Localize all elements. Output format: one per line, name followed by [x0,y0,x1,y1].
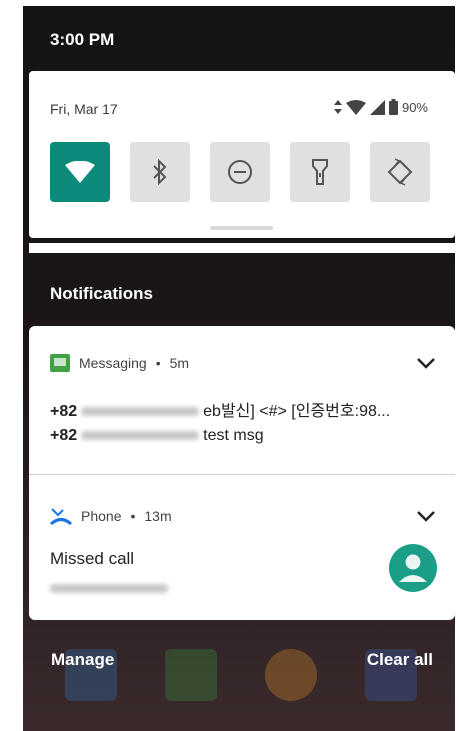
notification-shade: 3:00 PM Fri, Mar 17 90% Notifications Me… [23,6,455,731]
redacted-number [81,431,200,441]
dock-messaging-icon [165,649,217,701]
messaging-app-name: Messaging [79,355,147,371]
phone-time: 13m [144,508,172,524]
messaging-app-row: Messaging • 5m [50,354,189,372]
messaging-app-icon [50,354,70,372]
message-line-1: +82 eb발신] <#> [인증번호:98... [50,397,390,421]
manage-button[interactable]: Manage [51,650,114,670]
qs-status-icons: 90% [333,99,428,115]
redacted-caller-number [50,580,168,598]
contact-avatar[interactable] [389,544,437,592]
redacted-number [81,407,200,417]
tile-flashlight[interactable] [290,142,350,202]
wifi-icon [65,161,95,183]
battery-percent: 90% [401,99,428,115]
missed-call-title: Missed call [50,549,135,568]
missed-call-icon [50,508,72,525]
person-icon [399,554,427,582]
qs-date: Fri, Mar 17 [50,101,118,117]
status-time: 3:00 PM [50,30,115,49]
sender-prefix: +82 [50,427,78,444]
chevron-down-icon[interactable] [417,511,435,522]
notification-messaging[interactable]: Messaging • 5m +82 eb발신] <#> [인증번호:98... … [29,326,455,474]
flashlight-icon [312,159,328,185]
cell-signal-icon [369,99,385,115]
chevron-down-icon[interactable] [417,358,435,369]
phone-app-name: Phone [81,508,122,524]
sender-prefix: +82 [50,403,78,420]
tile-wifi[interactable] [50,142,110,202]
auto-rotate-icon [387,158,413,186]
clear-all-button[interactable]: Clear all [367,650,433,670]
message-text: test msg [203,427,264,444]
battery-icon [388,99,398,115]
phone-app-row: Phone • 13m [50,507,172,525]
bluetooth-icon [153,159,167,185]
wifi-signal-icon [345,99,366,115]
tile-do-not-disturb[interactable] [210,142,270,202]
do-not-disturb-icon [228,160,252,184]
notifications-header: Notifications [50,284,153,303]
message-text: eb발신] <#> [인증번호:98... [203,403,391,420]
qs-drag-handle[interactable] [210,226,273,230]
notification-phone[interactable]: Phone • 13m Missed call [29,475,455,620]
messaging-time: 5m [169,355,190,371]
tile-bluetooth[interactable] [130,142,190,202]
message-line-2: +82 test msg [50,427,264,445]
qs-divider-strip [29,243,455,253]
dock-chrome-icon [265,649,317,701]
quick-settings-panel: Fri, Mar 17 90% [29,71,455,238]
tile-auto-rotate[interactable] [370,142,430,202]
data-arrows-icon [333,100,342,114]
